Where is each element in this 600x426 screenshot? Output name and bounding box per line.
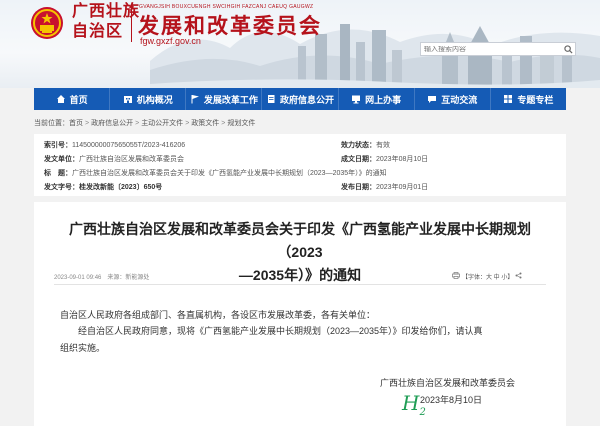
document-body: 广西壮族自治区发展和改革委员会关于印发《广西氢能产业发展中长期规划（2023 —… — [34, 202, 566, 426]
meta-index: 索引号：11450000007565055T/2023-416206 — [44, 142, 186, 149]
signature-date: 2023年8月10日 — [420, 395, 483, 405]
nav-item-work[interactable]: 发展改革工作 — [185, 88, 261, 110]
nav-item-info[interactable]: 政府信息公开 — [261, 88, 337, 110]
building-icon — [123, 96, 132, 103]
region-name: 广西壮族 自治区 — [72, 3, 141, 40]
search-input[interactable] — [421, 45, 561, 53]
flag-icon — [191, 95, 199, 104]
breadcrumb-link[interactable]: 主动公开文件 — [141, 120, 183, 127]
meta-title: 标 题：广西壮族自治区发展和改革委员会关于印发《广西氢能产业发展中长期规划（20… — [44, 170, 387, 177]
document-info: 2023-09-01 09:46 来源：新能源处 — [54, 275, 150, 281]
search-icon[interactable] — [561, 43, 575, 55]
meta-validity: 效力状态：有效 — [341, 142, 390, 149]
main-nav: 首页 机构概况 发展改革工作 政府信息公开 网上办事 互动交流 专题专栏 — [34, 88, 566, 110]
nav-item-home[interactable]: 首页 — [34, 88, 109, 110]
meta-publisher: 发文单位：广西壮族自治区发展和改革委员会 — [44, 156, 184, 163]
nav-item-interact[interactable]: 互动交流 — [413, 88, 490, 110]
divider — [54, 284, 546, 285]
body-paragraph: 经自治区人民政府同意，现将《广西氢能产业发展中长期规划（2023—2035年）》… — [78, 326, 483, 336]
nav-item-label: 专题专栏 — [517, 94, 554, 105]
font-size-switcher[interactable]: 【字体：大 中 小】 — [462, 275, 513, 281]
body-paragraph-continued: 组织实施。 — [60, 343, 106, 353]
meta-docno: 发文字号：桂发改新能〔2023〕650号 — [44, 184, 163, 191]
document-meta-panel: 索引号：11450000007565055T/2023-416206 效力状态：… — [34, 134, 566, 196]
home-icon — [56, 95, 65, 103]
print-icon[interactable] — [452, 272, 462, 281]
site-header: 广西壮族 自治区 GVANGJSIH BOUXCUENGH SWCIHGIH F… — [0, 0, 600, 88]
signature-org: 广西壮族自治区发展和改革委员会 — [380, 378, 516, 388]
nav-item-label: 发展改革工作 — [203, 94, 258, 105]
search-box — [420, 42, 576, 56]
nav-item-about[interactable]: 机构概况 — [109, 88, 185, 110]
chat-icon — [428, 96, 437, 103]
nav-item-label: 首页 — [69, 94, 88, 105]
grid-icon — [504, 95, 513, 103]
national-emblem-icon — [31, 7, 63, 39]
breadcrumb-prefix: 当前位置： — [34, 120, 69, 127]
nav-item-label: 政府信息公开 — [279, 94, 334, 105]
nav-item-label: 网上办事 — [365, 94, 402, 105]
site-domain: fgw.gxzf.gov.cn — [140, 36, 201, 46]
meta-pubdate: 发布日期：2023年09月01日 — [341, 184, 429, 191]
breadcrumb-link[interactable]: 政府信息公开 — [91, 120, 133, 127]
share-icon[interactable] — [515, 272, 522, 281]
breadcrumb-link[interactable]: 规划文件 — [227, 120, 255, 127]
nav-item-label: 互动交流 — [441, 94, 478, 105]
breadcrumb-link[interactable]: 政策文件 — [191, 120, 219, 127]
document-tools: 【字体：大 中 小】 — [452, 272, 522, 281]
nav-item-topics[interactable]: 专题专栏 — [489, 88, 566, 110]
monitor-icon — [352, 95, 361, 104]
nav-item-online[interactable]: 网上办事 — [337, 88, 414, 110]
breadcrumb: 当前位置：首页 > 政府信息公开 > 主动公开文件 > 政策文件 > 规划文件 — [34, 120, 256, 127]
nav-item-label: 机构概况 — [136, 94, 173, 105]
breadcrumb-link[interactable]: 首页 — [69, 120, 83, 127]
document-icon — [267, 95, 275, 103]
hydrogen-watermark-logo: H2 — [402, 391, 426, 418]
salutation: 自治区人民政府各组成部门、各直属机构，各设区市发展改革委，各有关单位： — [60, 310, 376, 320]
meta-date: 成文日期：2023年08月10日 — [341, 156, 429, 163]
brand-divider — [131, 6, 132, 42]
